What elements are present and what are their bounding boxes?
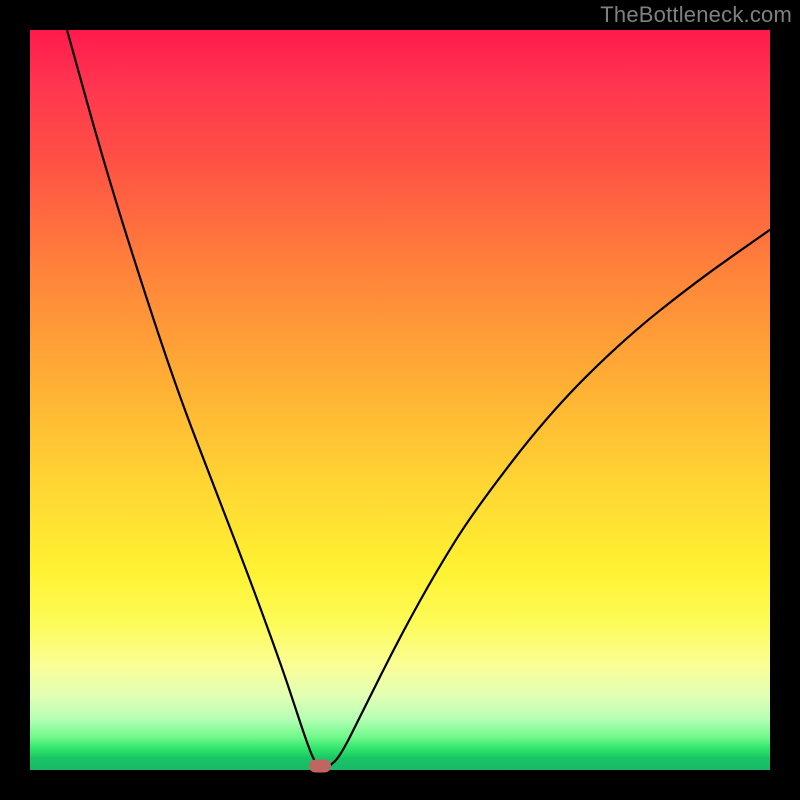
optimal-marker (309, 760, 331, 773)
watermark-text: TheBottleneck.com (600, 2, 792, 28)
bottleneck-curve (67, 30, 770, 768)
plot-area (30, 30, 770, 770)
curve-svg (30, 30, 770, 770)
chart-frame: TheBottleneck.com (0, 0, 800, 800)
